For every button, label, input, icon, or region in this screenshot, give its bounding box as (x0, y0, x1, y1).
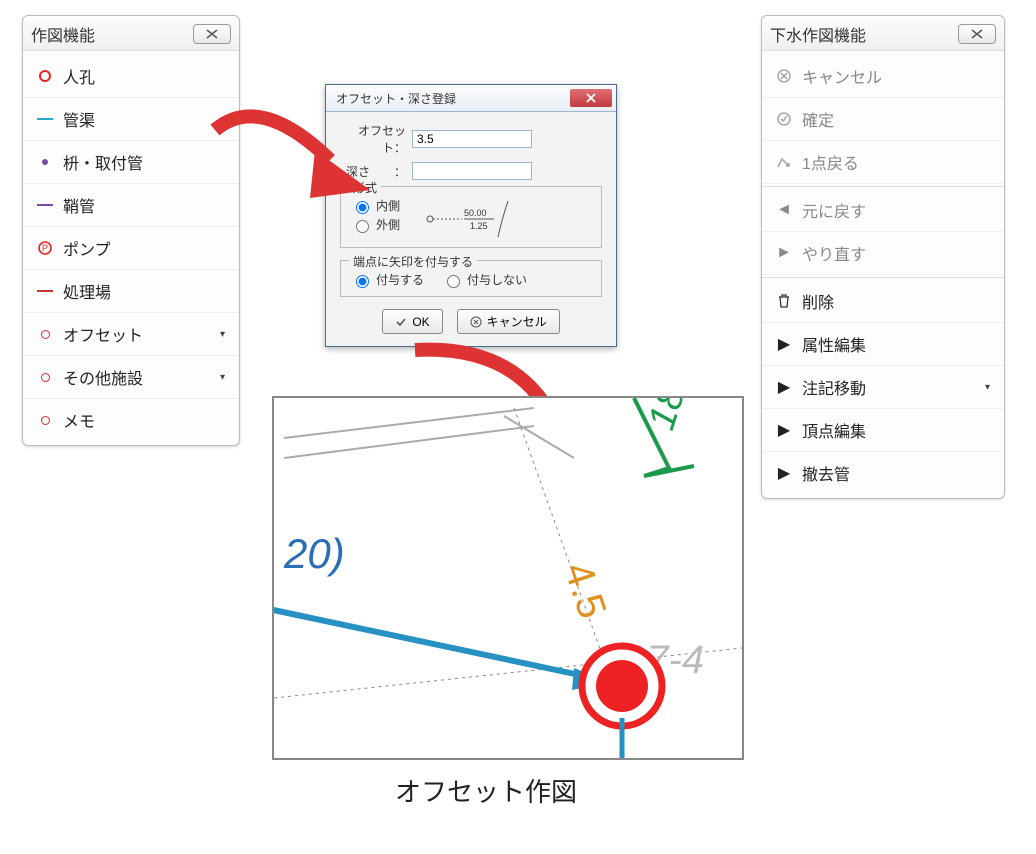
svg-text:P: P (42, 243, 48, 253)
item-manhole[interactable]: 人孔 (23, 55, 239, 98)
item-label: 撤去管 (802, 461, 850, 485)
line-icon (37, 203, 53, 207)
diag-top: 50.00 (464, 208, 487, 218)
item-offset[interactable]: オフセット ▾ (23, 313, 239, 356)
map-center-num: 4.5 (555, 557, 614, 623)
chevron-right-icon: ▶ (776, 463, 792, 483)
ok-button[interactable]: OK (382, 309, 442, 334)
back-point-icon (776, 155, 792, 169)
item-undo[interactable]: ◄ 元に戻す (762, 189, 1004, 232)
item-label: メモ (63, 408, 95, 432)
map-left-num: 20) (283, 530, 345, 577)
item-pump[interactable]: P ポンプ (23, 227, 239, 270)
item-label: 属性編集 (802, 332, 866, 356)
hollow-dot-icon (37, 416, 53, 425)
close-icon (970, 29, 984, 39)
panel-title: 下水作図機能 (770, 22, 866, 46)
item-other-facility[interactable]: その他施設 ▾ (23, 356, 239, 399)
dialog-close-button[interactable] (570, 89, 612, 107)
item-label: ポンプ (63, 236, 111, 260)
drawing-features-panel: 作図機能 人孔 管渠 枡・取付管 鞘管 P ポンプ 処理場 (22, 15, 240, 446)
sewer-drawing-panel: 下水作図機能 キャンセル 確定 1点戻る ◄ 元に戻す ► やり直す 削 (761, 15, 1005, 499)
p-circle-icon: P (37, 241, 53, 255)
line-icon (37, 117, 53, 121)
check-icon (395, 316, 407, 328)
radio-label: 内側 (376, 197, 400, 214)
circle-icon (37, 69, 53, 83)
item-delete[interactable]: 削除 (762, 280, 1004, 323)
chevron-right-icon: ▶ (776, 377, 792, 397)
item-label: 管渠 (63, 107, 95, 131)
panel-body: キャンセル 確定 1点戻る ◄ 元に戻す ► やり直す 削除 ▶ 属性編集 ▶ (762, 51, 1004, 498)
item-label: 処理場 (63, 279, 111, 303)
radio-label: 外側 (376, 216, 400, 233)
map-preview: 18 20) 4.5 17-4 (272, 396, 744, 760)
item-treatment-plant[interactable]: 処理場 (23, 270, 239, 313)
chevron-down-icon: ▾ (985, 382, 990, 393)
x-circle-icon (776, 68, 792, 84)
dialog-button-row: OK キャンセル (340, 309, 602, 334)
arrow-group-title: 端点に矢印を付与する (349, 253, 477, 270)
arrow-group: 端点に矢印を付与する 付与する 付与しない (340, 260, 602, 297)
chevron-down-icon: ▾ (220, 372, 225, 383)
hollow-dot-icon (37, 330, 53, 339)
trash-icon (776, 294, 792, 308)
item-cancel[interactable]: キャンセル (762, 55, 1004, 98)
radio-label: 付与する (376, 271, 424, 288)
item-edit-vertices[interactable]: ▶ 頂点編集 (762, 409, 1004, 452)
button-label: OK (412, 315, 429, 329)
item-label: その他施設 (63, 365, 143, 389)
chevron-right-icon: ▶ (776, 334, 792, 354)
undo-icon: ◄ (776, 201, 792, 219)
item-label: やり直す (802, 241, 866, 265)
item-label: 元に戻す (802, 198, 866, 222)
flow-arrow-1 (200, 100, 370, 220)
depth-input[interactable] (412, 162, 532, 180)
panel-header: 下水作図機能 (762, 16, 1004, 51)
item-label: 削除 (802, 289, 834, 313)
close-button[interactable] (958, 24, 996, 44)
panel-header: 作図機能 (23, 16, 239, 51)
item-move-annotation[interactable]: ▶ 注記移動 ▾ (762, 366, 1004, 409)
item-label: オフセット (63, 322, 143, 346)
dot-icon (37, 157, 53, 167)
item-label: 確定 (802, 107, 834, 131)
item-memo[interactable]: メモ (23, 399, 239, 441)
item-label: 頂点編集 (802, 418, 866, 442)
item-removed-pipe[interactable]: ▶ 撤去管 (762, 452, 1004, 494)
item-edit-attributes[interactable]: ▶ 属性編集 (762, 323, 1004, 366)
x-circle-icon (470, 316, 482, 328)
close-icon (205, 29, 219, 39)
radio-label: 付与しない (467, 271, 527, 288)
radio-no-arrow[interactable]: 付与しない (442, 271, 527, 288)
offset-input[interactable] (412, 130, 532, 148)
check-circle-icon (776, 111, 792, 127)
item-label: 鞘管 (63, 193, 95, 217)
caption: オフセット作図 (395, 772, 577, 809)
item-back-one-point[interactable]: 1点戻る (762, 141, 1004, 184)
item-label: キャンセル (802, 64, 882, 88)
item-redo[interactable]: ► やり直す (762, 232, 1004, 275)
format-group: 形式 内側 外側 50.001.25 (340, 186, 602, 248)
item-label: 人孔 (63, 64, 95, 88)
button-label: キャンセル (487, 313, 547, 330)
item-label: 注記移動 (802, 375, 866, 399)
format-diagram: 50.00 1.25 (412, 195, 591, 241)
item-label: 1点戻る (802, 150, 859, 174)
chevron-down-icon: ▾ (220, 329, 225, 340)
line-icon (37, 289, 53, 293)
panel-title: 作図機能 (31, 22, 95, 46)
offset-row: オフセット： (340, 122, 602, 156)
depth-row: 深さ ： (340, 162, 602, 180)
close-icon (584, 93, 598, 103)
chevron-right-icon: ▶ (776, 420, 792, 440)
cancel-button[interactable]: キャンセル (457, 309, 560, 334)
radio-add-arrow[interactable]: 付与する (351, 271, 424, 288)
redo-icon: ► (776, 244, 792, 262)
item-label: 枡・取付管 (63, 150, 143, 174)
close-button[interactable] (193, 24, 231, 44)
diag-bot: 1.25 (470, 221, 488, 231)
hollow-dot-icon (37, 373, 53, 382)
item-confirm[interactable]: 確定 (762, 98, 1004, 141)
